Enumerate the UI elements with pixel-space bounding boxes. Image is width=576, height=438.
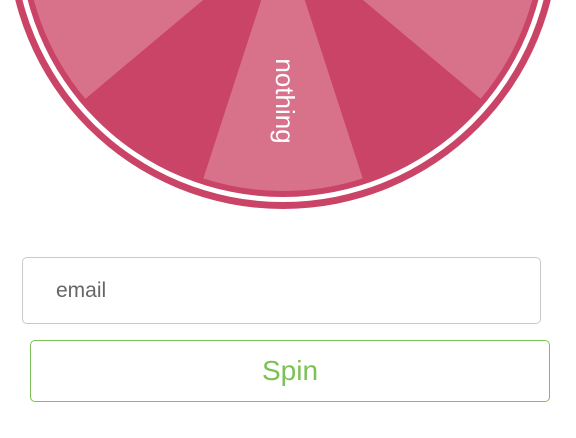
email-field[interactable] bbox=[22, 257, 541, 324]
wheel-labels: nothing bbox=[270, 58, 300, 143]
wheel-segment-label: nothing bbox=[270, 58, 300, 143]
prize-wheel: nothing bbox=[15, 0, 551, 209]
spin-button[interactable]: Spin bbox=[30, 340, 550, 402]
